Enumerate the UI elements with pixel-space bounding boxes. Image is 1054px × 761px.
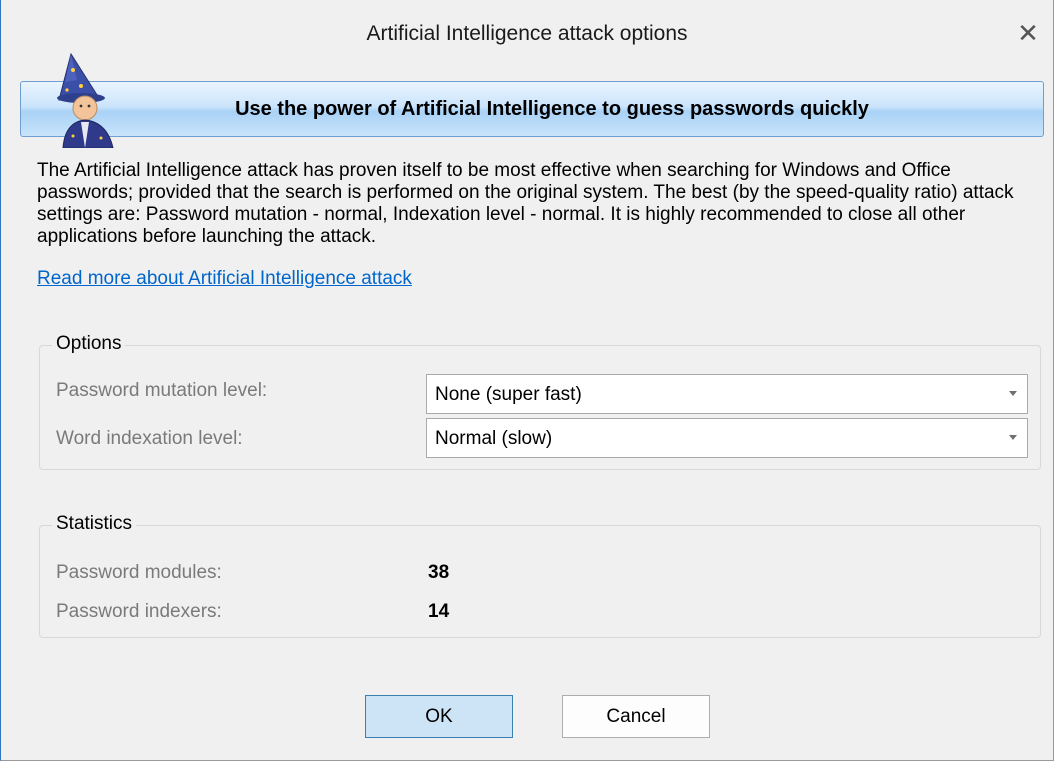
banner: Use the power of Artificial Intelligence…	[20, 81, 1044, 137]
mutation-level-dropdown[interactable]: None (super fast)	[426, 374, 1028, 414]
mutation-level-value: None (super fast)	[435, 384, 582, 405]
statistics-group-label: Statistics	[52, 513, 137, 535]
chevron-down-icon	[1009, 391, 1017, 396]
title-bar: Artificial Intelligence attack options ✕	[1, 0, 1053, 70]
indexation-level-dropdown[interactable]: Normal (slow)	[426, 418, 1028, 458]
password-modules-label: Password modules:	[56, 562, 222, 583]
description-text: The Artificial Intelligence attack has p…	[37, 160, 1014, 247]
mutation-level-label: Password mutation level:	[56, 380, 268, 401]
banner-text: Use the power of Artificial Intelligence…	[235, 98, 869, 120]
cancel-button[interactable]: Cancel	[562, 695, 710, 738]
wizard-icon	[57, 52, 114, 148]
password-modules-value: 38	[428, 562, 450, 583]
indexation-level-label: Word indexation level:	[56, 428, 243, 449]
chevron-down-icon	[1009, 435, 1017, 440]
password-indexers-value: 14	[428, 601, 450, 622]
password-indexers-label: Password indexers:	[56, 601, 222, 622]
read-more-link[interactable]: Read more about Artificial Intelligence …	[37, 268, 412, 290]
indexation-level-value: Normal (slow)	[435, 428, 553, 449]
dialog-window: Artificial Intelligence attack options ✕…	[0, 0, 1054, 761]
window-title: Artificial Intelligence attack options	[366, 22, 688, 45]
ok-button[interactable]: OK	[365, 695, 513, 738]
close-button[interactable]: ✕	[1011, 16, 1045, 50]
options-group: Options Password mutation level: None (s…	[39, 333, 1041, 470]
statistics-group: Statistics Password modules: 38 Password…	[39, 513, 1041, 638]
options-group-label: Options	[52, 333, 126, 355]
